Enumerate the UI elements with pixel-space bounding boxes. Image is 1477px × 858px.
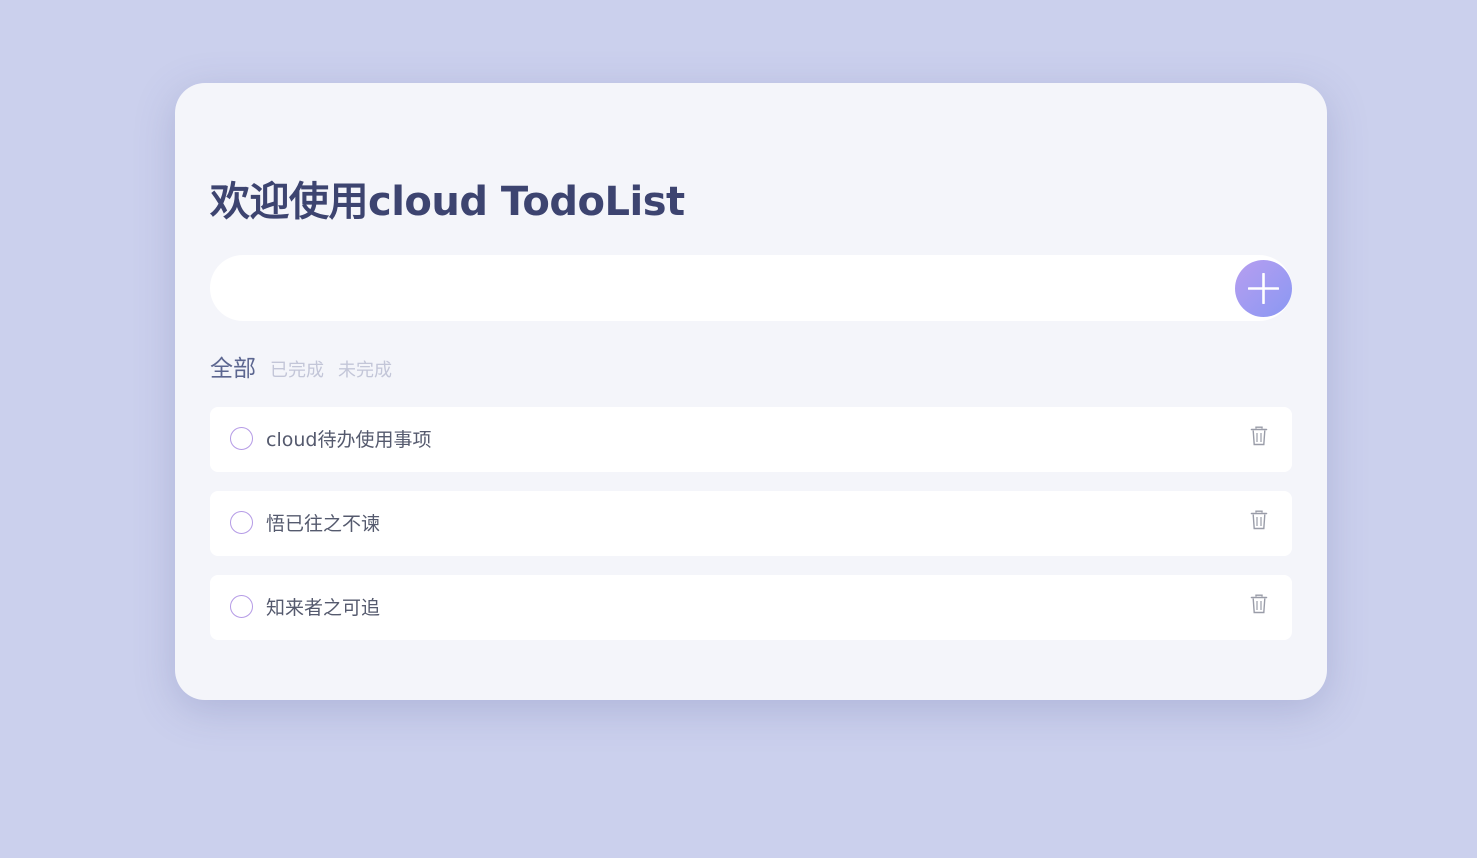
todo-item: 知来者之可追	[210, 575, 1292, 640]
tab-all[interactable]: 全部	[210, 349, 256, 383]
todo-text: 悟已往之不谏	[266, 513, 381, 535]
filter-tabs: 全部 已完成 未完成	[210, 349, 406, 383]
todo-text: 知来者之可追	[266, 597, 381, 619]
plus-icon	[1248, 273, 1279, 304]
todo-item: cloud待办使用事项	[210, 407, 1292, 472]
todo-checkbox[interactable]	[230, 595, 253, 618]
tab-completed[interactable]: 已完成	[270, 356, 324, 382]
tab-uncompleted[interactable]: 未完成	[338, 356, 392, 382]
todo-checkbox[interactable]	[230, 427, 253, 450]
todo-list: cloud待办使用事项 悟已往之不谏 知来者之可追	[210, 407, 1292, 640]
todo-text: cloud待办使用事项	[266, 429, 432, 451]
todo-checkbox[interactable]	[230, 511, 253, 534]
trash-icon[interactable]	[1250, 594, 1268, 614]
trash-icon[interactable]	[1250, 426, 1268, 446]
trash-icon[interactable]	[1250, 510, 1268, 530]
todo-input[interactable]	[210, 255, 1230, 321]
todo-input-container	[210, 255, 1292, 321]
todo-item: 悟已往之不谏	[210, 491, 1292, 556]
add-todo-button[interactable]	[1235, 260, 1292, 317]
todo-card: 欢迎使用cloud TodoList 全部 已完成 未完成 cloud待办使用事项	[175, 83, 1327, 700]
page-title: 欢迎使用cloud TodoList	[210, 179, 685, 225]
